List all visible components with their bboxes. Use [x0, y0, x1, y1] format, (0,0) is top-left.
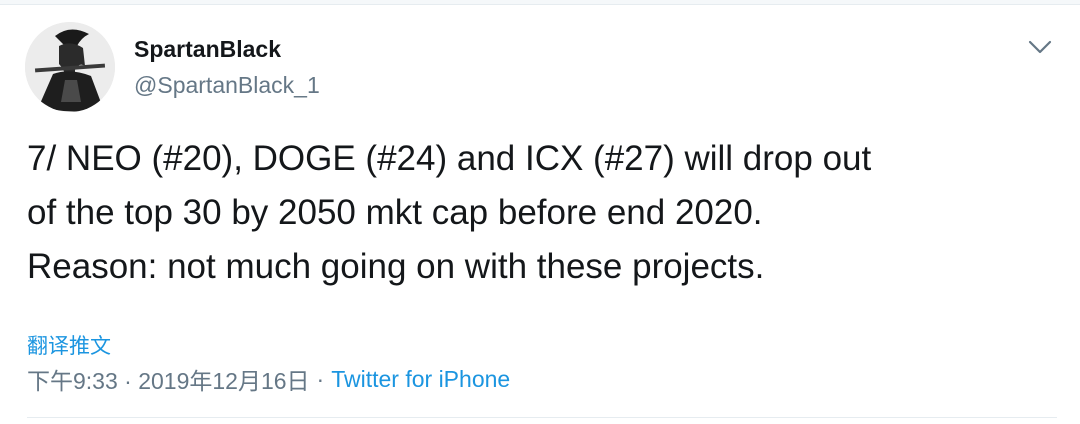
- top-divider: [0, 0, 1080, 5]
- tweet-text: 7/ NEO (#20), DOGE (#24) and ICX (#27) w…: [27, 132, 1057, 294]
- tweet-meta: 下午9:33 · 2019年12月16日 · Twitter for iPhon…: [27, 362, 510, 396]
- author-handle[interactable]: @SpartanBlack_1: [134, 72, 320, 99]
- bottom-divider: [27, 417, 1057, 418]
- author-display-name[interactable]: SpartanBlack: [134, 36, 281, 63]
- tweet-text-line: Reason: not much going on with these pro…: [27, 247, 765, 286]
- tweet-text-line: of the top 30 by 2050 mkt cap before end…: [27, 193, 763, 232]
- author-avatar[interactable]: [25, 22, 115, 112]
- tweet-menu-button[interactable]: [1022, 32, 1058, 62]
- tweet-timestamp[interactable]: 下午9:33 · 2019年12月16日: [27, 362, 310, 396]
- chevron-down-icon: [1028, 40, 1052, 54]
- meta-separator: ·: [316, 365, 325, 392]
- tweet-text-line: 7/ NEO (#20), DOGE (#24) and ICX (#27) w…: [27, 139, 872, 178]
- tweet-source-link[interactable]: Twitter for iPhone: [331, 366, 510, 393]
- translate-tweet-link[interactable]: 翻译推文: [27, 330, 111, 360]
- spartan-warrior-icon: [25, 22, 115, 112]
